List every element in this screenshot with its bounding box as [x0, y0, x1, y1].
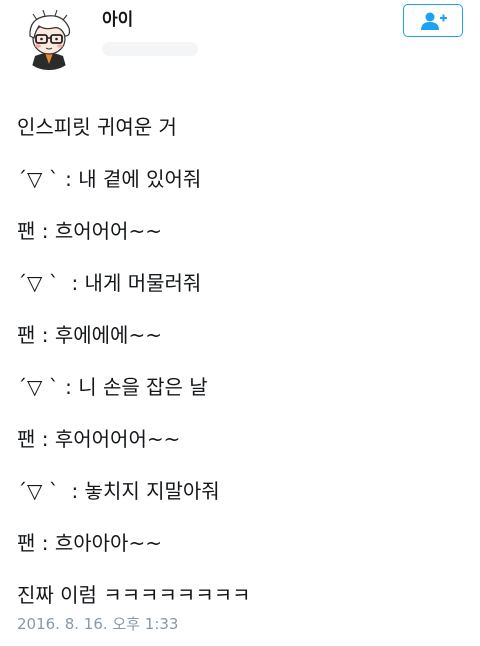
tweet-line: ´▽ ` : 내게 머물러줘: [17, 271, 202, 295]
tweet-line: ´▽ ` : 니 손을 잡은 날: [17, 375, 208, 399]
tweet-line: 팬 : 후에에에~~: [17, 323, 162, 347]
tweet-line: 팬 : 흐아아아~~: [17, 531, 162, 555]
avatar[interactable]: [17, 6, 81, 70]
tweet-line: 인스피릿 귀여운 거: [17, 115, 177, 139]
user-handle-blurred: [102, 42, 198, 56]
follow-button[interactable]: [403, 4, 463, 37]
user-name[interactable]: 아이: [102, 10, 133, 30]
tweet-line: 팬 : 흐어어어~~: [17, 219, 162, 243]
avatar-illustration: [17, 6, 81, 70]
tweet-header: 아이: [0, 0, 480, 90]
tweet-line: ´▽ ` : 놓치지 지말아줘: [17, 479, 220, 503]
tweet-text: 인스피릿 귀여운 거 ´▽ ` : 내 곁에 있어줘 팬 : 흐어어어~~ ´▽…: [17, 101, 472, 621]
tweet-timestamp[interactable]: 2016. 8. 16. 오후 1:33: [17, 614, 178, 634]
add-user-icon: [421, 12, 447, 30]
tweet-line: 팬 : 후어어어어~~: [17, 427, 181, 451]
tweet-line: ´▽ ` : 내 곁에 있어줘: [17, 167, 202, 191]
